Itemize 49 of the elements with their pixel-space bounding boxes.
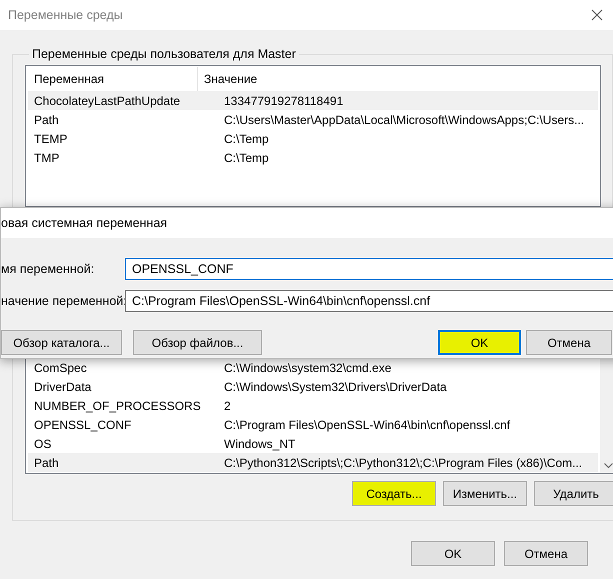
table-row[interactable]: OPENSSL_CONF C:\Program Files\OpenSSL-Win64\bin\cnf\openssl.cnf [28, 415, 598, 434]
field-label: начение переменной: [1, 294, 125, 308]
variable-name: Path [33, 456, 60, 470]
dialog-title: овая системная переменная [1, 216, 168, 230]
variable-value: C:\Windows\system32\cmd.exe [223, 360, 392, 374]
button[interactable]: Обзор файлов... [133, 330, 262, 355]
variable-name: DriverData [33, 380, 92, 394]
button[interactable]: Удалить [534, 481, 613, 506]
input-field[interactable]: C:\Program Files\OpenSSL-Win64\bin\cnf\openssl.cnf [125, 290, 613, 312]
variable-value: Windows_NT [223, 436, 296, 450]
group-title: Переменные среды пользователя для Master [31, 47, 297, 61]
variable-name: NUMBER_OF_PROCESSORS [33, 398, 202, 412]
table-row[interactable]: TEMP C:\Temp [28, 129, 598, 148]
table-row[interactable]: NUMBER_OF_PROCESSORS 2 [28, 396, 598, 415]
variable-name: ChocolateyLastPathUpdate [33, 94, 182, 108]
variable-name: OPENSSL_CONF [33, 418, 132, 432]
close-icon[interactable] [591, 9, 603, 21]
variable-name: TEMP [33, 132, 68, 146]
column-header[interactable]: Значение [198, 67, 498, 91]
table-row[interactable]: ChocolateyLastPathUpdate 133477919278118491 [28, 91, 598, 110]
table-row[interactable]: Path C:\Python312\Scripts\;C:\Python312\;C:\Program Files (x86)\Com... [28, 453, 598, 472]
field-label: мя переменной: [1, 262, 96, 276]
variable-value: 133477919278118491 [223, 94, 344, 108]
variable-value: C:\Temp [223, 132, 270, 146]
variable-value: C:\Windows\System32\Drivers\DriverData [223, 380, 448, 394]
button[interactable]: Создать... [352, 481, 436, 506]
chevron-down-icon[interactable] [604, 463, 613, 469]
table-row[interactable]: Path C:\Users\Master\AppData\Local\Microsoft\WindowsApps;C:\Users... [28, 110, 598, 129]
button[interactable]: Отмена [504, 541, 588, 566]
table-row[interactable]: ComSpec C:\Windows\system32\cmd.exe [28, 358, 598, 377]
variable-value: 2 [223, 398, 232, 412]
table-row[interactable]: OS Windows_NT [28, 434, 598, 453]
button[interactable]: Отмена [526, 330, 612, 355]
button[interactable]: OK [438, 330, 521, 355]
variable-value: C:\Users\Master\AppData\Local\Microsoft\WindowsApps;C:\Users... [223, 112, 586, 126]
variable-name: ComSpec [33, 360, 88, 374]
variable-name: Path [33, 112, 60, 126]
input-field[interactable]: OPENSSL_CONF [125, 258, 613, 280]
variable-value: C:\Temp [223, 150, 270, 164]
variable-name: OS [33, 436, 52, 450]
table-row[interactable]: TMP C:\Temp [28, 148, 598, 167]
variable-value: C:\Python312\Scripts\;C:\Python312\;C:\Program Files (x86)\Com... [223, 456, 584, 470]
window-title: Переменные среды [8, 8, 123, 22]
variable-value: C:\Program Files\OpenSSL-Win64\bin\cnf\openssl.cnf [223, 418, 512, 432]
table-row[interactable]: DriverData C:\Windows\System32\Drivers\DriverData [28, 377, 598, 396]
button[interactable]: Обзор каталога... [1, 330, 122, 355]
button[interactable]: OK [411, 541, 495, 566]
variable-name: TMP [33, 150, 60, 164]
button[interactable]: Изменить... [443, 481, 527, 506]
